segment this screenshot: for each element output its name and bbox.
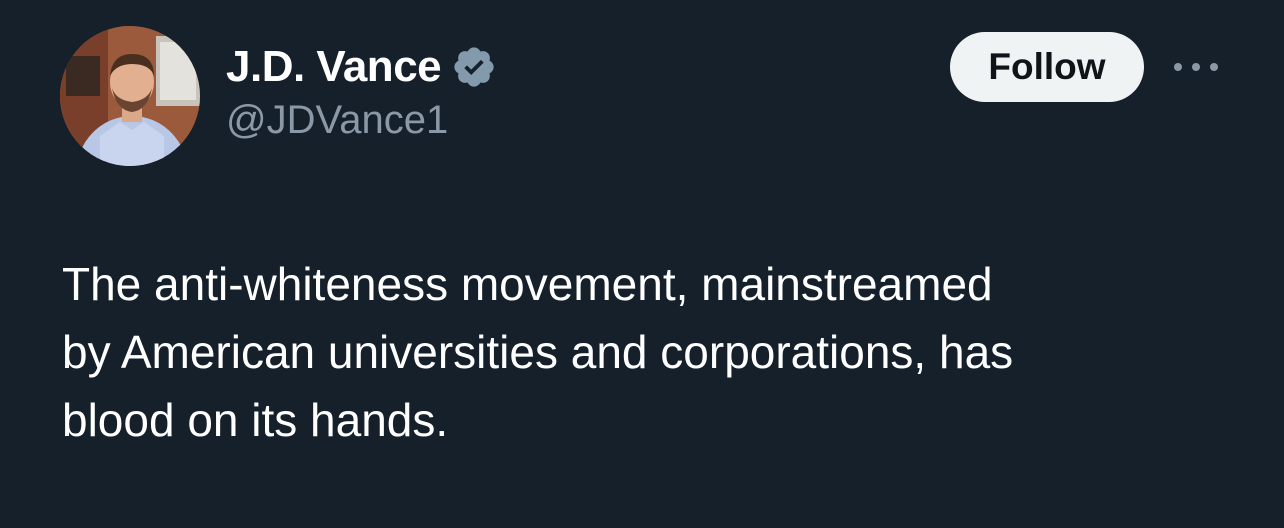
author-handle[interactable]: @JDVance1 <box>226 98 497 143</box>
tweet-card: J.D. Vance @JDVance1 Follow The anti-whi… <box>0 0 1284 528</box>
verified-badge-icon[interactable] <box>451 44 497 90</box>
author-avatar[interactable] <box>60 26 200 166</box>
avatar-photo <box>60 26 200 166</box>
name-row: J.D. Vance <box>226 40 497 94</box>
more-options-icon[interactable] <box>1168 52 1224 82</box>
author-name[interactable]: J.D. Vance <box>226 42 442 92</box>
tweet-text: The anti-whiteness movement, mainstreame… <box>62 258 1014 446</box>
author-identity: J.D. Vance @JDVance1 <box>226 40 497 143</box>
follow-button[interactable]: Follow <box>950 32 1144 102</box>
